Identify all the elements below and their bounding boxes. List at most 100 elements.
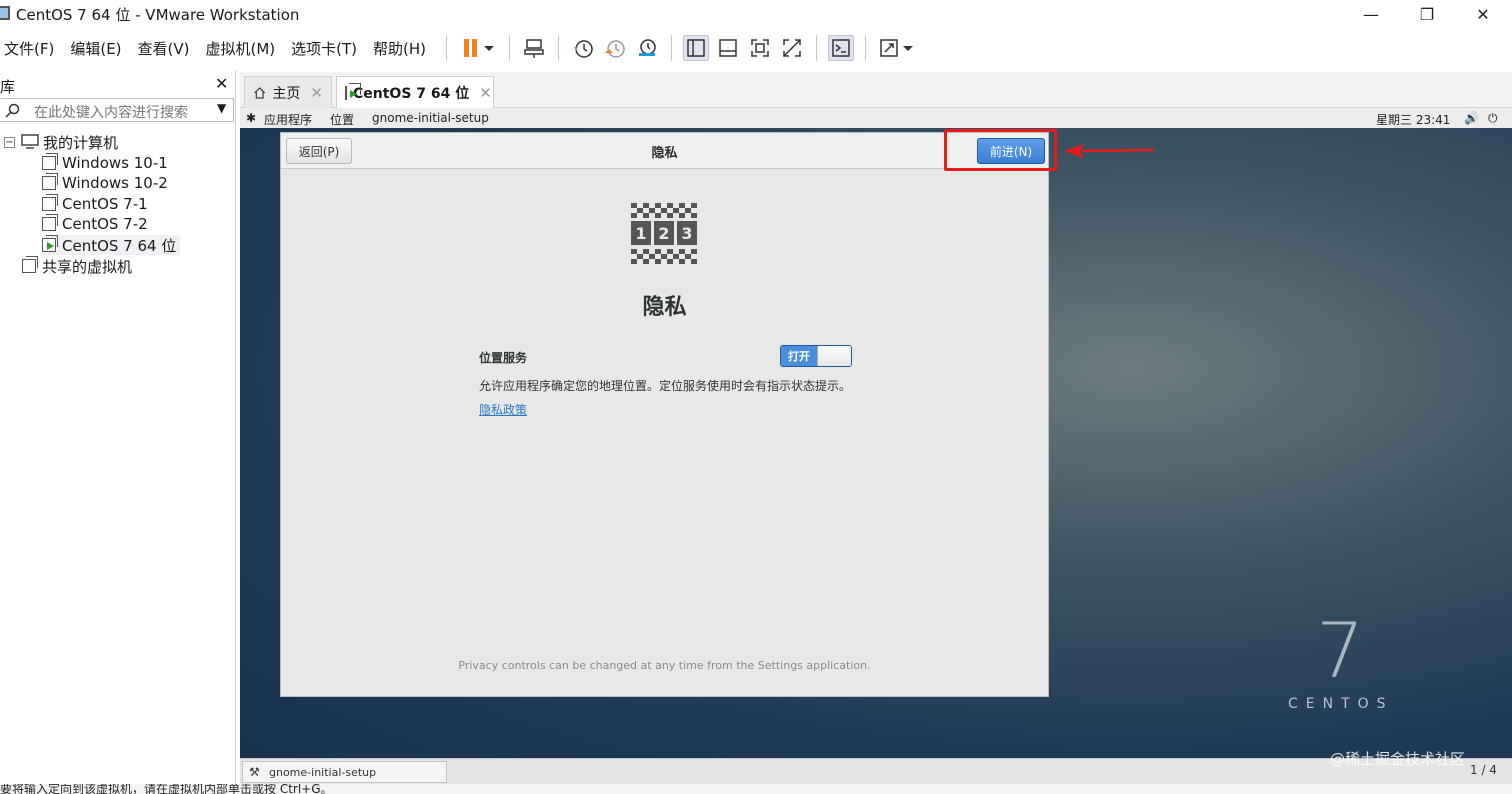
home-icon: [254, 86, 266, 99]
tree-vm-item[interactable]: CentOS 7-2: [42, 214, 148, 234]
tree-shared-label: 共享的虚拟机: [42, 257, 133, 276]
gnome-current-app[interactable]: gnome-initial-setup: [372, 111, 489, 125]
tab-vm[interactable]: CentOS 7 64 位 ✕: [336, 76, 494, 108]
library-title: 库: [0, 78, 16, 96]
window-titlebar: CentOS 7 64 位 - VMware Workstation — ❐ ✕: [0, 0, 1512, 28]
menu-help[interactable]: 帮助(H): [373, 38, 426, 59]
stretch-icon: [880, 39, 914, 57]
restore-button[interactable]: ❐: [1404, 0, 1450, 28]
menu-edit[interactable]: 编辑(E): [70, 38, 121, 59]
tab-bar: 主页 ✕ CentOS 7 64 位 ✕: [240, 72, 1512, 108]
terminal-icon: [832, 39, 850, 57]
pause-vm-button[interactable]: [458, 35, 498, 61]
vm-icon: [42, 153, 58, 170]
taskbar-app-label: gnome-initial-setup: [269, 765, 377, 779]
close-tab-icon[interactable]: ✕: [310, 84, 323, 102]
gnome-apps-menu[interactable]: 应用程序: [264, 111, 312, 128]
highlight-box: [944, 129, 1057, 171]
menu-view[interactable]: 查看(V): [138, 38, 190, 59]
menu-toolbar: 文件(F) 编辑(E) 查看(V) 虚拟机(M) 选项卡(T) 帮助(H): [0, 30, 1512, 66]
tree-my-computer-label: 我的计算机: [43, 133, 119, 152]
library-panel: 库 ✕ 在此处键入内容进行搜索 ▼ − 我的计算机 Windows 10-1 W…: [0, 70, 236, 794]
location-services-toggle[interactable]: 打开: [780, 345, 852, 367]
svg-text:2: 2: [658, 224, 669, 243]
network-computer-icon: [524, 39, 544, 58]
red-arrow-icon: [1064, 144, 1155, 158]
console-view-button[interactable]: [828, 35, 855, 61]
taskbar-app-item[interactable]: ⚒ gnome-initial-setup: [242, 761, 447, 783]
power-icon[interactable]: ⏻: [1488, 111, 1498, 126]
unity-disabled-icon: [783, 39, 801, 57]
fullscreen-icon: [751, 39, 769, 57]
privacy-policy-link[interactable]: 隐私政策: [479, 401, 527, 418]
workspace-indicator[interactable]: 1 / 4: [1470, 763, 1497, 777]
toggle-on-label: 打开: [781, 346, 817, 366]
thumbnail-bar-button[interactable]: [715, 35, 741, 61]
tree-vm-item[interactable]: Windows 10-1: [42, 153, 168, 173]
privacy-heading: 隐私: [642, 295, 687, 320]
stretch-guest-button[interactable]: [877, 35, 917, 61]
menu-tabs[interactable]: 选项卡(T): [291, 38, 357, 59]
toolbar-separator: [865, 35, 867, 61]
vm-running-icon: [42, 235, 58, 252]
toolbar-separator: [671, 35, 673, 61]
tree-vm-item-selected[interactable]: CentOS 7 64 位: [42, 235, 181, 255]
revert-clock-icon: [605, 40, 625, 58]
tree-vm-label: Windows 10-2: [62, 174, 168, 192]
library-search-input[interactable]: 在此处键入内容进行搜索 ▼: [0, 98, 234, 122]
status-text: 要将输入定向到该虚拟机，请在虚拟机内部单击或按 Ctrl+G。: [0, 784, 333, 794]
shared-vm-icon: [22, 256, 38, 273]
send-ctrl-alt-del-button[interactable]: [521, 35, 547, 61]
collapse-icon[interactable]: −: [4, 136, 15, 148]
gnome-places-menu[interactable]: 位置: [330, 111, 354, 128]
tree-shared-vms[interactable]: 共享的虚拟机: [22, 256, 132, 276]
vmware-app-icon: [0, 6, 10, 20]
centos-version-number: 7: [1316, 606, 1365, 695]
tree-vm-label: Windows 10-1: [62, 154, 168, 172]
unity-mode-button[interactable]: [779, 35, 805, 61]
minimize-button[interactable]: —: [1348, 0, 1394, 28]
window-title: CentOS 7 64 位 - VMware Workstation: [16, 6, 300, 24]
show-library-button[interactable]: [683, 35, 710, 61]
setup-tool-icon: ⚒: [249, 765, 260, 779]
revert-snapshot-button[interactable]: [602, 35, 628, 61]
menu-file[interactable]: 文件(F): [4, 38, 54, 59]
dialog-header: 返回(P) 隐私 前进(N): [281, 133, 1048, 169]
location-services-label: 位置服务: [479, 351, 528, 365]
vm-display[interactable]: ✱ 应用程序 位置 gnome-initial-setup 星期三 23:41 …: [240, 108, 1512, 758]
full-screen-button[interactable]: [747, 35, 773, 61]
tree-vm-label: CentOS 7-2: [62, 215, 148, 233]
privacy-123-icon: 123: [631, 203, 697, 264]
location-services-description: 允许应用程序确定您的地理位置。定位服务使用时会有指示状态提示。: [479, 379, 852, 393]
vm-icon: [42, 194, 58, 211]
vm-taskbar: ⚒ gnome-initial-setup 1 / 4: [240, 758, 1512, 784]
vm-running-icon: [345, 82, 361, 100]
toggle-knob[interactable]: [817, 346, 851, 366]
snapshot-clock-icon: [574, 40, 593, 58]
snapshot-button[interactable]: [570, 35, 596, 61]
status-bar: 要将输入定向到该虚拟机，请在虚拟机内部单击或按 Ctrl+G。: [0, 784, 1512, 794]
volume-icon[interactable]: 🔊: [1464, 111, 1479, 125]
snapshot-manager-icon: [639, 39, 656, 56]
centos-wordmark: CENTOS: [1288, 696, 1394, 712]
chevron-down-icon[interactable]: ▼: [217, 101, 226, 115]
pause-icon: [464, 39, 495, 57]
vm-icon: [42, 214, 58, 231]
bottom-panel-icon: [719, 39, 737, 57]
snapshot-manager-button[interactable]: [634, 35, 660, 61]
tree-my-computer[interactable]: − 我的计算机: [4, 132, 118, 152]
search-placeholder: 在此处键入内容进行搜索: [34, 105, 188, 121]
search-icon: [5, 103, 20, 118]
privacy-footnote: Privacy controls can be changed at any t…: [458, 659, 871, 672]
tab-home[interactable]: 主页 ✕: [244, 76, 332, 108]
close-window-button[interactable]: ✕: [1460, 0, 1506, 28]
tree-vm-item[interactable]: CentOS 7-1: [42, 194, 148, 214]
close-tab-icon[interactable]: ✕: [479, 84, 492, 102]
svg-text:1: 1: [635, 224, 646, 243]
watermark: @稀土掘金技术社区: [1330, 750, 1466, 768]
menu-vm[interactable]: 虚拟机(M): [206, 38, 276, 59]
toolbar-separator: [558, 35, 560, 61]
tree-vm-item[interactable]: Windows 10-2: [42, 173, 168, 193]
gnome-clock[interactable]: 星期三 23:41: [1376, 111, 1450, 128]
library-close-button[interactable]: ✕: [215, 74, 228, 93]
